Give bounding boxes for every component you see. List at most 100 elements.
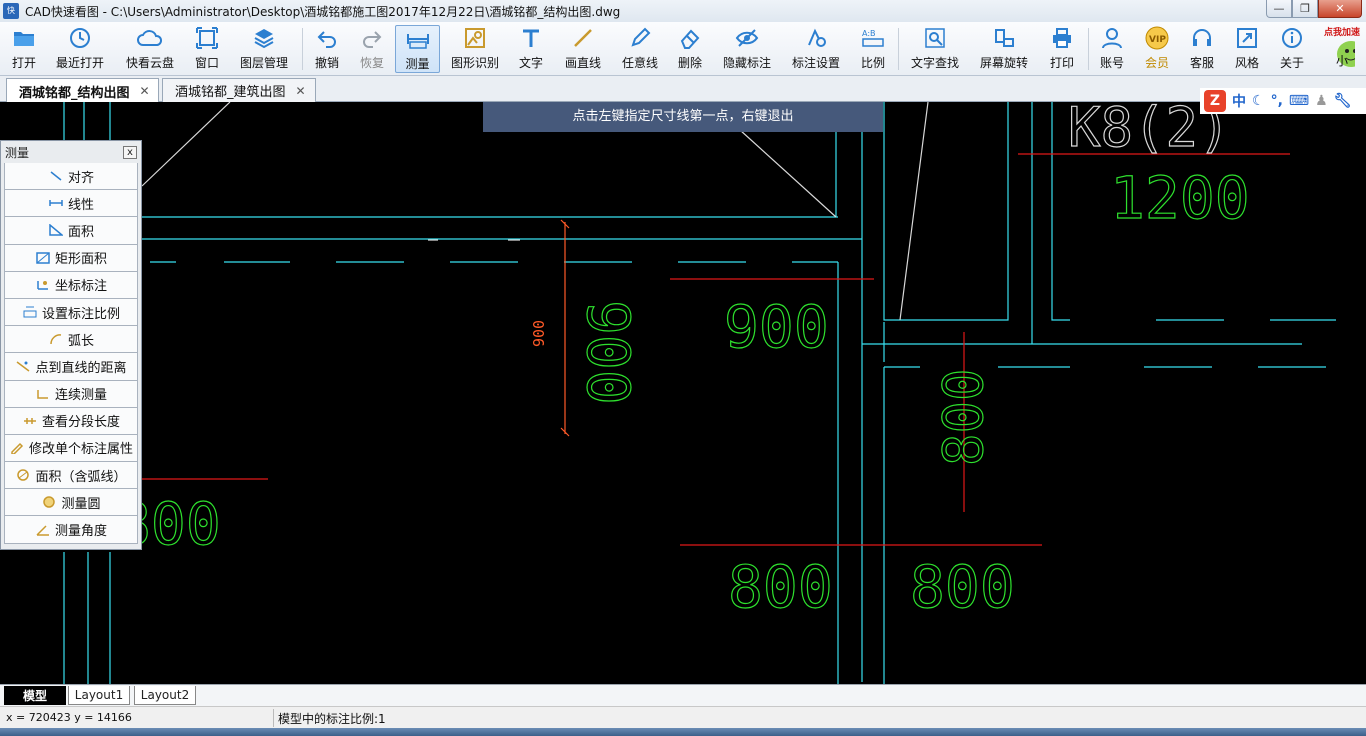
dimension-text: 800 — [932, 368, 995, 466]
align-measure-icon — [48, 169, 64, 183]
vip-icon: VIP — [1144, 25, 1170, 51]
printer-icon — [1049, 25, 1075, 51]
measured-dimension-text: 900 — [530, 320, 548, 347]
measure-button[interactable]: 测量 — [395, 25, 440, 73]
measure-segment-length-button[interactable]: 查看分段长度 — [4, 407, 138, 435]
headset-icon — [1189, 25, 1215, 51]
panel-close-button[interactable]: x — [123, 145, 137, 159]
drawing-canvas[interactable]: K8(2) 1200 900 900 900 800 800 800 800 点… — [0, 102, 1366, 684]
undo-button[interactable]: 撤销 — [313, 25, 341, 73]
expand-icon — [1234, 25, 1260, 51]
area-arc-icon — [15, 468, 31, 482]
measure-area-button[interactable]: 面积 — [4, 217, 138, 245]
keyboard-icon[interactable]: ⌨ — [1289, 93, 1309, 109]
screen-rotate-button[interactable]: 屏幕旋转 — [978, 25, 1030, 73]
svg-text:A:B: A:B — [862, 29, 876, 38]
redo-button[interactable]: 恢复 — [358, 25, 386, 73]
measure-coordinate-button[interactable]: 坐标标注 — [4, 271, 138, 299]
account-button[interactable]: 账号 — [1098, 25, 1126, 73]
dimension-settings-button[interactable]: 标注设置 — [790, 25, 842, 73]
coordinate-icon — [35, 278, 51, 292]
edit-dimension-icon — [9, 441, 25, 455]
style-button[interactable]: 风格 — [1233, 25, 1261, 73]
measure-circle-button[interactable]: 测量圆 — [4, 489, 138, 517]
folder-icon — [11, 25, 37, 51]
annotation-scale: 模型中的标注比例:1 — [278, 712, 386, 726]
info-icon — [1279, 25, 1305, 51]
user-icon[interactable]: ♟ — [1315, 93, 1328, 109]
close-button[interactable]: ✕ — [1318, 0, 1362, 18]
hide-dimension-button[interactable]: 隐藏标注 — [721, 25, 773, 73]
panel-header: 测量 x — [1, 141, 141, 163]
pen-icon — [627, 25, 653, 51]
segment-icon — [22, 414, 38, 428]
measure-angle-button[interactable]: 测量角度 — [4, 516, 138, 544]
title-bar: 快 CAD快速看图 - C:\Users\Administrator\Deskt… — [0, 0, 1366, 22]
shape-recognition-button[interactable]: 图形识别 — [449, 25, 501, 73]
shape-recognition-icon — [462, 25, 488, 51]
measure-edit-dimension-button[interactable]: 修改单个标注属性 — [4, 434, 138, 463]
text-button[interactable]: 文字 — [517, 25, 545, 73]
ruler-icon — [405, 26, 431, 52]
document-tabs: 酒城铭都_结构出图 ✕ 酒城铭都_建筑出图 ✕ — [0, 76, 1366, 103]
measure-align-button[interactable]: 对齐 — [4, 163, 138, 191]
scale-button[interactable]: A:B 比例 — [859, 25, 887, 73]
linear-measure-icon — [48, 196, 64, 210]
redo-icon — [359, 25, 385, 51]
scale-icon — [22, 305, 38, 319]
measure-rect-area-button[interactable]: 矩形面积 — [4, 244, 138, 272]
measure-area-arc-button[interactable]: 面积（含弧线） — [4, 462, 138, 490]
measure-continuous-button[interactable]: 连续测量 — [4, 380, 138, 408]
window-button[interactable]: 窗口 — [193, 25, 221, 73]
cloud-icon — [137, 25, 163, 51]
measure-arc-length-button[interactable]: 弧长 — [4, 326, 138, 354]
tab-structure-drawing[interactable]: 酒城铭都_结构出图 ✕ — [6, 78, 159, 103]
circle-icon — [41, 495, 57, 509]
about-button[interactable]: 关于 — [1278, 25, 1306, 73]
ime-logo[interactable]: Z — [1204, 90, 1226, 112]
eye-hidden-icon — [734, 25, 760, 51]
command-hint: 点击左键指定尺寸线第一点，右键退出 — [483, 102, 883, 132]
open-button[interactable]: 打开 — [8, 25, 40, 73]
customer-service-button[interactable]: 客服 — [1188, 25, 1216, 73]
measure-set-scale-button[interactable]: 设置标注比例 — [4, 298, 138, 327]
user-icon — [1099, 25, 1125, 51]
point-line-icon — [15, 359, 31, 373]
text-search-icon — [922, 25, 948, 51]
status-bar: x = 720423 y = 14166 模型中的标注比例:1 — [0, 706, 1366, 728]
angle-icon — [35, 523, 51, 537]
text-search-button[interactable]: 文字查找 — [909, 25, 961, 73]
cursor-coordinates: x = 720423 y = 14166 — [6, 711, 132, 724]
dimension-text: 800 — [728, 553, 833, 621]
measure-linear-button[interactable]: 线性 — [4, 190, 138, 218]
tab-close-icon[interactable]: ✕ — [296, 84, 306, 98]
maximize-button[interactable]: ❐ — [1292, 0, 1318, 18]
vip-button[interactable]: VIP 会员 — [1143, 25, 1171, 73]
recent-button[interactable]: 最近打开 — [54, 25, 106, 73]
tab-label: 酒城铭都_结构出图 — [19, 85, 130, 101]
measure-point-line-button[interactable]: 点到直线的距离 — [4, 353, 138, 381]
dimension-text: 800 — [910, 553, 1015, 621]
tab-layout2[interactable]: Layout2 — [134, 686, 196, 705]
freeline-button[interactable]: 任意线 — [620, 25, 660, 73]
area-icon — [48, 223, 64, 237]
tab-layout1[interactable]: Layout1 — [68, 686, 130, 705]
line-button[interactable]: 画直线 — [563, 25, 603, 73]
cloud-button[interactable]: 快看云盘 — [124, 25, 176, 73]
window-controls: — ❐ ✕ — [1266, 0, 1362, 18]
layers-button[interactable]: 图层管理 — [238, 25, 290, 73]
tab-close-icon[interactable]: ✕ — [140, 84, 150, 98]
windows-taskbar — [0, 728, 1366, 736]
delete-button[interactable]: 删除 — [676, 25, 704, 73]
tab-model[interactable]: 模型 — [4, 686, 66, 705]
wrench-icon[interactable]: 🔧︎ — [1334, 93, 1352, 109]
punctuation-icon[interactable]: °, — [1271, 93, 1283, 109]
speed-up-promo[interactable]: 点我加速 小 — [1322, 25, 1362, 73]
print-button[interactable]: 打印 — [1048, 25, 1076, 73]
measure-panel: 测量 x 对齐 线性 面积 矩形面积 坐标标注 设置标注比例 弧长 点到直线的距… — [0, 140, 142, 550]
moon-icon[interactable]: ☾ — [1252, 93, 1265, 109]
tab-architecture-drawing[interactable]: 酒城铭都_建筑出图 ✕ — [162, 78, 316, 102]
dimension-text: 900 — [724, 293, 829, 361]
ime-mode[interactable]: 中 — [1232, 91, 1246, 111]
minimize-button[interactable]: — — [1266, 0, 1292, 18]
